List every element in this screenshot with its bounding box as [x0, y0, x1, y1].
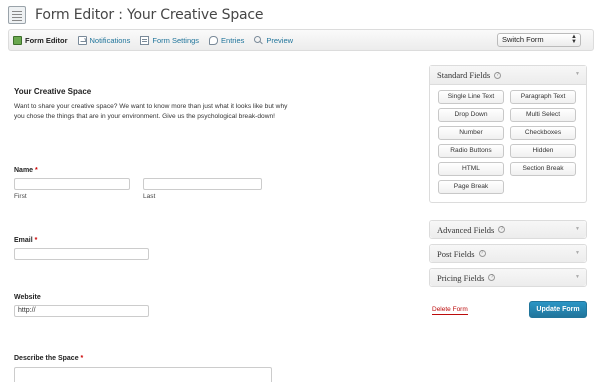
toolbar-notifications[interactable]: Notifications — [77, 35, 131, 45]
form-title: Your Creative Space — [14, 87, 92, 96]
form-editor-icon — [13, 35, 22, 45]
toolbar-entries[interactable]: Entries — [209, 35, 245, 45]
add-paragraph-text-button[interactable]: Paragraph Text — [510, 90, 576, 104]
pricing-fields-title: Pricing Fields — [437, 272, 485, 283]
first-name-input[interactable] — [14, 178, 130, 190]
website-input[interactable]: http:// — [14, 305, 149, 317]
toolbar-form-settings-label: Form Settings — [152, 35, 200, 45]
add-html-button[interactable]: HTML — [438, 162, 504, 176]
add-radio-buttons-button[interactable]: Radio Buttons — [438, 144, 504, 158]
page-header: Form Editor : Your Creative Space — [8, 4, 264, 26]
entries-icon — [209, 35, 219, 45]
add-number-button[interactable]: Number — [438, 126, 504, 140]
required-mark: * — [35, 167, 38, 174]
advanced-fields-header[interactable]: Advanced Fields ? ▼ — [430, 221, 586, 238]
required-mark: * — [34, 237, 38, 244]
advanced-fields-title: Advanced Fields — [437, 224, 495, 235]
toolbar-notifications-label: Notifications — [89, 35, 131, 45]
add-multi-select-button[interactable]: Multi Select — [510, 108, 576, 122]
advanced-fields-panel[interactable]: Advanced Fields ? ▼ — [429, 220, 587, 239]
toolbar-form-editor-label: Form Editor — [25, 35, 68, 45]
add-hidden-button[interactable]: Hidden — [510, 144, 576, 158]
page-title: Form Editor : Your Creative Space — [35, 7, 264, 23]
help-icon[interactable]: ? — [478, 250, 486, 257]
update-form-button[interactable]: Update Form — [529, 301, 587, 318]
standard-fields-title: Standard Fields — [437, 70, 491, 80]
website-field-label[interactable]: Website — [14, 294, 41, 301]
expand-arrow-icon[interactable]: ▼ — [575, 227, 580, 232]
add-checkboxes-button[interactable]: Checkboxes — [510, 126, 576, 140]
expand-arrow-icon[interactable]: ▼ — [575, 251, 580, 256]
help-icon[interactable]: ? — [498, 226, 506, 233]
name-field-label[interactable]: Name * — [14, 167, 38, 174]
standard-fields-panel: Standard Fields ? ▼ Single Line Text Par… — [429, 65, 587, 203]
describe-textarea[interactable] — [14, 367, 272, 382]
pricing-fields-panel[interactable]: Pricing Fields ? ▼ — [429, 268, 587, 287]
email-field-label[interactable]: Email * — [14, 237, 37, 244]
standard-fields-buttons: Single Line Text Paragraph Text Drop Dow… — [430, 85, 586, 202]
describe-field-label[interactable]: Describe the Space * — [14, 355, 83, 362]
add-single-line-text-button[interactable]: Single Line Text — [438, 90, 504, 104]
toolbar-preview-label: Preview — [266, 35, 294, 45]
form-toolbar: Form Editor Notifications Form Settings … — [8, 29, 594, 51]
pricing-fields-header[interactable]: Pricing Fields ? ▼ — [430, 269, 586, 286]
toolbar-form-editor[interactable]: Form Editor — [13, 35, 68, 45]
toolbar-entries-label: Entries — [221, 35, 245, 45]
last-name-sublabel: Last — [143, 193, 156, 200]
add-page-break-button[interactable]: Page Break — [438, 180, 504, 194]
post-fields-panel[interactable]: Post Fields ? ▼ — [429, 244, 587, 263]
toolbar-preview[interactable]: Preview — [254, 35, 294, 45]
form-settings-icon — [140, 35, 150, 45]
website-label-text: Website — [14, 294, 41, 301]
collapse-arrow-icon[interactable]: ▼ — [575, 72, 580, 77]
switch-form-select[interactable]: Switch Form ▲ ▼ — [497, 33, 581, 47]
last-name-input[interactable] — [143, 178, 262, 190]
add-drop-down-button[interactable]: Drop Down — [438, 108, 504, 122]
form-description: Want to share your creative space? We wa… — [14, 103, 288, 120]
notifications-icon — [77, 35, 87, 45]
describe-label-text: Describe the Space — [14, 355, 79, 362]
delete-form-link[interactable]: Delete Form — [432, 306, 468, 315]
first-name-sublabel: First — [14, 193, 27, 200]
switch-form-label: Switch Form — [502, 35, 544, 44]
standard-fields-header[interactable]: Standard Fields ? ▼ — [430, 66, 586, 85]
post-fields-header[interactable]: Post Fields ? ▼ — [430, 245, 586, 262]
email-label-text: Email — [14, 237, 33, 244]
form-editor-page-icon — [8, 6, 26, 24]
select-arrows-icon: ▲ ▼ — [571, 34, 577, 45]
required-mark: * — [80, 355, 84, 362]
expand-arrow-icon[interactable]: ▼ — [575, 275, 580, 280]
help-icon[interactable]: ? — [488, 274, 496, 281]
name-label-text: Name — [14, 167, 34, 174]
post-fields-title: Post Fields — [437, 248, 475, 259]
add-section-break-button[interactable]: Section Break — [510, 162, 576, 176]
email-input[interactable] — [14, 248, 149, 260]
help-icon[interactable]: ? — [494, 71, 502, 79]
preview-icon — [254, 35, 263, 45]
toolbar-form-settings[interactable]: Form Settings — [140, 35, 200, 45]
